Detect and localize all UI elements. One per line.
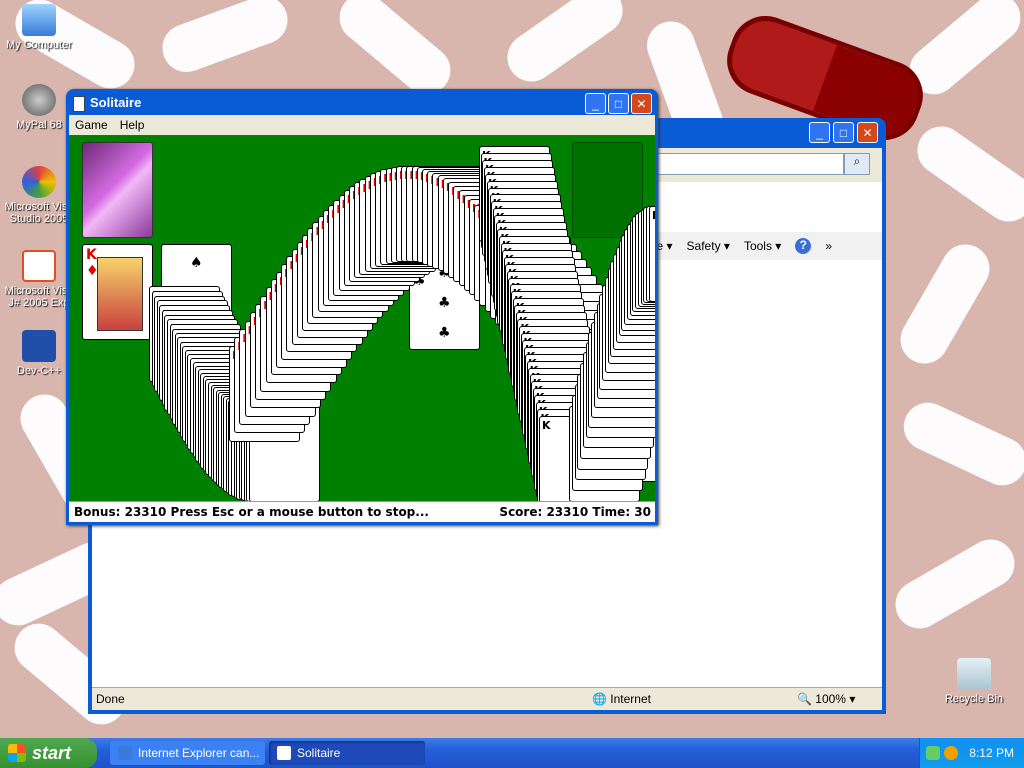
king-of-diamonds-card[interactable]: K ♦: [82, 244, 153, 340]
help-icon[interactable]: ?: [795, 238, 812, 254]
mypal-icon: [22, 84, 56, 116]
vj-sharp-icon: [22, 250, 56, 282]
status-bar: Bonus: 23310 Press Esc or a mouse button…: [69, 501, 655, 522]
solitaire-window[interactable]: Solitaire _ □ ✕ Game Help K♦ ♠ 3♣ ♣ ♣ ♣ …: [66, 89, 658, 525]
desktop-icon-mypal[interactable]: MyPal 68: [2, 84, 76, 131]
ie-minimize-button[interactable]: _: [809, 122, 830, 143]
ie-search-input[interactable]: [652, 153, 844, 175]
start-button[interactable]: start: [0, 738, 97, 768]
system-tray: 8:12 PM: [919, 738, 1024, 768]
menu-bar: Game Help: [69, 115, 655, 135]
desktop-icon-visual-studio[interactable]: Microsoft Visu Studio 2005: [2, 166, 76, 225]
recycle-bin-icon: [957, 658, 991, 690]
close-button[interactable]: ✕: [631, 93, 652, 114]
score-time: Score: 23310 Time: 30: [499, 505, 651, 519]
desktop-icon-dev-cpp[interactable]: Dev-C++: [2, 330, 76, 377]
stock-deck[interactable]: [82, 142, 153, 238]
maximize-button[interactable]: □: [608, 93, 629, 114]
bonus-status: Bonus: 23310 Press Esc or a mouse button…: [74, 505, 429, 519]
window-title: Solitaire: [90, 95, 142, 110]
taskbar: start Internet Explorer can... Solitaire…: [0, 738, 1024, 768]
ie-status-bar: Done 🌐 Internet 🔍 100% ▾: [92, 687, 882, 710]
search-icon[interactable]: ⌕: [844, 153, 870, 175]
tools-menu-button[interactable]: Tools ▾: [744, 239, 781, 253]
safety-menu-button[interactable]: Safety ▾: [687, 239, 730, 253]
desktop-icon-recycle-bin[interactable]: Recycle Bin: [937, 658, 1011, 705]
menu-help[interactable]: Help: [120, 118, 145, 132]
menu-game[interactable]: Game: [75, 118, 108, 132]
visual-studio-icon: [22, 166, 56, 198]
ie-close-button[interactable]: ✕: [857, 122, 878, 143]
ie-maximize-button[interactable]: □: [833, 122, 854, 143]
desktop-icon-vj-sharp[interactable]: Microsoft Visu J# 2005 Exp: [2, 250, 76, 309]
windows-flag-icon: [8, 744, 26, 762]
minimize-button[interactable]: _: [585, 93, 606, 114]
internet-zone: 🌐 Internet: [592, 692, 651, 706]
taskbar-item-solitaire[interactable]: Solitaire: [269, 741, 425, 765]
taskbar-item-ie[interactable]: Internet Explorer can...: [110, 741, 265, 765]
bouncing-card-trail: K: [649, 206, 655, 302]
status-text: Done: [96, 692, 125, 706]
my-computer-icon: [22, 4, 56, 36]
desktop-icon-my-computer[interactable]: My Computer: [2, 4, 76, 51]
game-felt[interactable]: K♦ ♠ 3♣ ♣ ♣ ♣ KKKKKKKKKKKKKKKKKKKKKKKKKK…: [69, 136, 655, 502]
search-tray-icon[interactable]: [944, 746, 958, 760]
solitaire-app-icon: [73, 96, 85, 112]
ie-icon: [118, 746, 132, 760]
network-icon[interactable]: [926, 746, 940, 760]
solitaire-icon: [277, 746, 291, 760]
chevron-more-icon[interactable]: »: [825, 239, 832, 253]
clock: 8:12 PM: [969, 746, 1014, 760]
zoom-level[interactable]: 🔍 100% ▾: [797, 692, 855, 706]
dev-cpp-icon: [22, 330, 56, 362]
